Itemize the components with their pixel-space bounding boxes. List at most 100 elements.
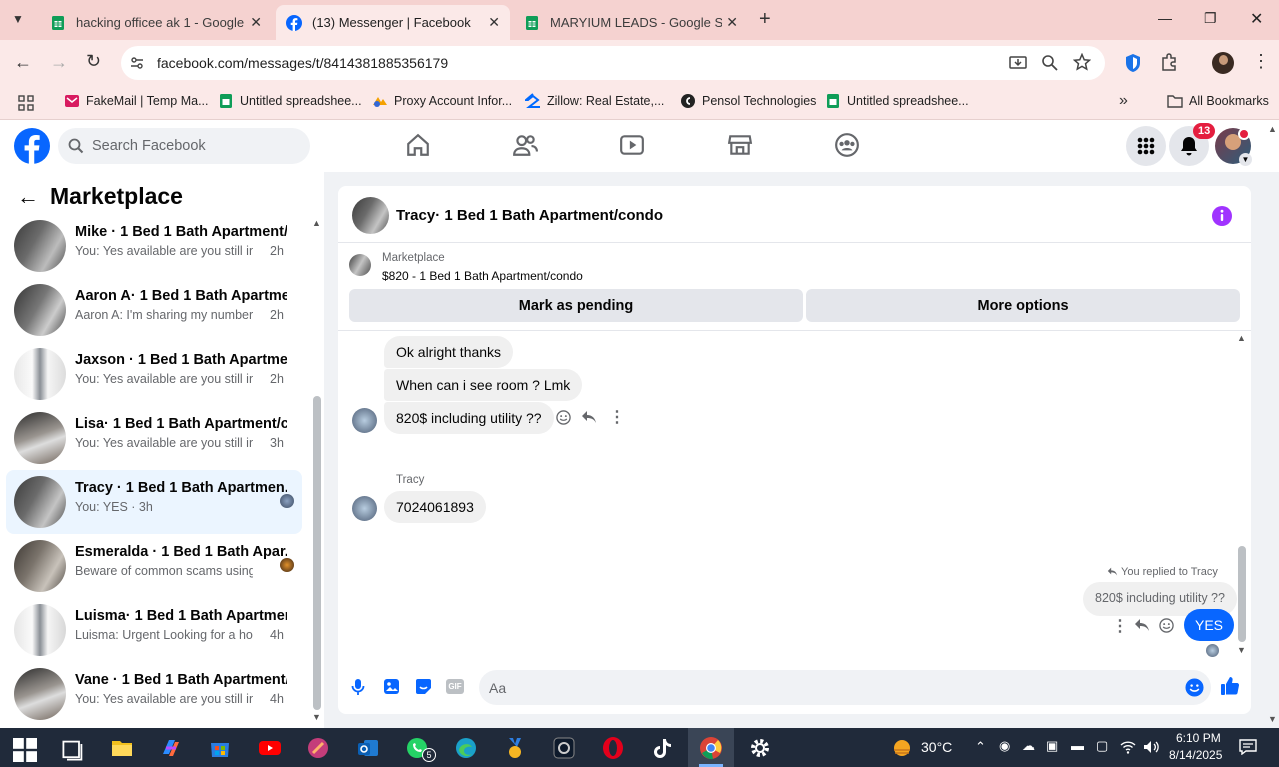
browser-menu-icon[interactable]: ⋮ <box>1252 51 1270 72</box>
reload-icon[interactable]: ↻ <box>86 51 101 72</box>
tab-search-chevron-icon[interactable]: ▼ <box>12 12 24 26</box>
onedrive-icon[interactable]: ☁ <box>1022 738 1035 754</box>
app-feather-icon[interactable] <box>306 736 330 760</box>
app-dark-icon[interactable] <box>552 736 576 760</box>
task-view-icon[interactable] <box>61 738 85 762</box>
message-bubble[interactable]: 7024061893 <box>384 491 486 523</box>
listing-detail[interactable]: $820 - 1 Bed 1 Bath Apartment/condo <box>382 269 583 283</box>
notification-center-icon[interactable] <box>1239 739 1257 755</box>
sticker-icon[interactable] <box>415 678 432 695</box>
home-icon[interactable] <box>405 132 431 158</box>
gif-icon[interactable]: GIF <box>446 679 464 694</box>
conversation-item[interactable]: Esmeralda · 1 Bed 1 Bath Apar... Beware … <box>6 534 302 598</box>
video-icon[interactable] <box>619 132 645 158</box>
bookmark-untitled-1[interactable]: Untitled spreadshee... <box>218 93 362 109</box>
conversation-item-selected[interactable]: Tracy · 1 Bed 1 Bath Apartmen... You: YE… <box>6 470 302 534</box>
chat-header-avatar[interactable] <box>352 197 389 234</box>
chat-scroll-down-icon[interactable]: ▼ <box>1237 645 1246 655</box>
conversation-item[interactable]: Mike · 1 Bed 1 Bath Apartment/c... You: … <box>6 214 302 278</box>
weather-temperature[interactable]: 30°C <box>921 739 952 755</box>
bookmark-proxy[interactable]: Proxy Account Infor... <box>372 93 512 109</box>
forward-icon[interactable]: → <box>50 52 68 73</box>
file-explorer-icon[interactable] <box>110 736 134 760</box>
listing-thumbnail[interactable] <box>349 254 371 276</box>
close-tab-icon[interactable]: ✕ <box>488 14 500 31</box>
chat-scrollbar[interactable] <box>1238 546 1246 642</box>
tab-messenger[interactable]: (13) Messenger | Facebook ✕ <box>276 5 510 40</box>
friends-icon[interactable] <box>512 132 538 158</box>
facebook-logo-icon[interactable] <box>14 128 50 164</box>
bookmark-untitled-2[interactable]: Untitled spreadshee... <box>825 93 969 109</box>
copilot-icon[interactable] <box>159 736 183 760</box>
conversation-item[interactable]: Jaxson · 1 Bed 1 Bath Apartment... You: … <box>6 342 302 406</box>
react-emoji-icon[interactable] <box>1159 618 1174 633</box>
opera-icon[interactable] <box>601 736 625 760</box>
omnibox[interactable]: facebook.com/messages/t/8414381885356179 <box>121 46 1105 80</box>
reply-icon[interactable] <box>1134 618 1150 633</box>
outlook-icon[interactable] <box>356 736 380 760</box>
back-arrow-icon[interactable]: ← <box>17 184 39 210</box>
chrome-icon[interactable] <box>699 736 723 760</box>
react-emoji-icon[interactable] <box>556 410 571 425</box>
more-actions-icon[interactable]: ⋮ <box>1112 616 1128 636</box>
url-text[interactable]: facebook.com/messages/t/8414381885356179 <box>157 55 448 71</box>
extensions-puzzle-icon[interactable] <box>1160 53 1178 71</box>
message-bubble[interactable]: 820$ including utility ?? <box>384 402 554 434</box>
page-scroll-down-icon[interactable]: ▼ <box>1268 714 1277 724</box>
zoom-icon[interactable] <box>1041 54 1059 72</box>
conversation-item[interactable]: Aaron A· 1 Bed 1 Bath Apartmen... Aaron … <box>6 278 302 342</box>
account-chevron-icon[interactable]: ▼ <box>1239 153 1252 166</box>
clock-date[interactable]: 8/14/2025 <box>1169 748 1222 762</box>
mark-as-pending-button[interactable]: Mark as pending <box>349 289 803 322</box>
tray-display-icon[interactable]: ▣ <box>1046 738 1058 754</box>
chat-title[interactable]: Tracy· 1 Bed 1 Bath Apartment/condo <box>396 207 663 224</box>
bookmark-pensol[interactable]: Pensol Technologies <box>680 93 816 109</box>
conversation-item[interactable]: Vane · 1 Bed 1 Bath Apartment/c... You: … <box>6 662 302 726</box>
site-info-icon[interactable] <box>129 55 145 71</box>
page-scroll-up-icon[interactable]: ▲ <box>1268 124 1277 134</box>
bookmark-zillow[interactable]: Zillow: Real Estate,... <box>525 93 664 109</box>
more-bookmarks-icon[interactable]: » <box>1119 92 1128 110</box>
tab-hacking-officee[interactable]: hacking officee ak 1 - Google Sl ✕ <box>40 5 272 40</box>
weather-icon[interactable] <box>890 736 914 760</box>
notifications-button[interactable]: 13 <box>1169 123 1216 166</box>
more-actions-icon[interactable]: ⋮ <box>609 407 625 427</box>
edge-icon[interactable] <box>454 736 478 760</box>
search-facebook-input[interactable]: Search Facebook <box>58 128 310 164</box>
reply-icon[interactable] <box>581 410 597 425</box>
tray-chevron-icon[interactable]: ⌃ <box>975 739 986 755</box>
groups-icon[interactable] <box>834 132 860 158</box>
back-icon[interactable]: ← <box>14 52 32 73</box>
conversation-scrollbar[interactable] <box>313 396 321 710</box>
marketplace-icon[interactable] <box>727 132 753 158</box>
scroll-up-icon[interactable]: ▲ <box>312 218 321 228</box>
chat-scroll-up-icon[interactable]: ▲ <box>1237 333 1246 343</box>
tiktok-icon[interactable] <box>650 736 674 760</box>
profile-avatar[interactable] <box>1212 52 1234 74</box>
message-bubble[interactable]: When can i see room ? Lmk <box>384 369 583 401</box>
apps-grid-icon[interactable] <box>18 95 34 111</box>
message-input[interactable]: Aa <box>479 670 1211 705</box>
minimize-icon[interactable]: — <box>1158 10 1172 26</box>
extension-shield-icon[interactable] <box>1124 53 1142 73</box>
settings-gear-icon[interactable] <box>748 736 772 760</box>
restore-icon[interactable]: ❐ <box>1204 10 1217 27</box>
more-options-button[interactable]: More options <box>806 289 1240 322</box>
photo-icon[interactable] <box>383 678 400 695</box>
info-icon[interactable] <box>1212 206 1232 226</box>
close-tab-icon[interactable]: ✕ <box>250 14 262 31</box>
windows-start-icon[interactable] <box>13 738 37 762</box>
tray-record-icon[interactable]: ◉ <box>999 738 1010 754</box>
message-bubble[interactable]: Ok alright thanks <box>384 336 514 368</box>
thumbs-up-icon[interactable] <box>1220 676 1240 696</box>
emoji-icon[interactable] <box>1185 678 1204 697</box>
menu-button[interactable] <box>1126 126 1166 166</box>
microphone-icon[interactable] <box>351 678 365 696</box>
new-tab-icon[interactable]: + <box>759 8 771 31</box>
volume-icon[interactable] <box>1143 740 1159 754</box>
microsoft-store-icon[interactable] <box>208 736 232 760</box>
scroll-down-icon[interactable]: ▼ <box>312 712 321 722</box>
install-app-icon[interactable] <box>1009 54 1027 72</box>
close-window-icon[interactable]: ✕ <box>1250 9 1263 29</box>
conversation-item[interactable]: Lisa· 1 Bed 1 Bath Apartment/co... You: … <box>6 406 302 470</box>
